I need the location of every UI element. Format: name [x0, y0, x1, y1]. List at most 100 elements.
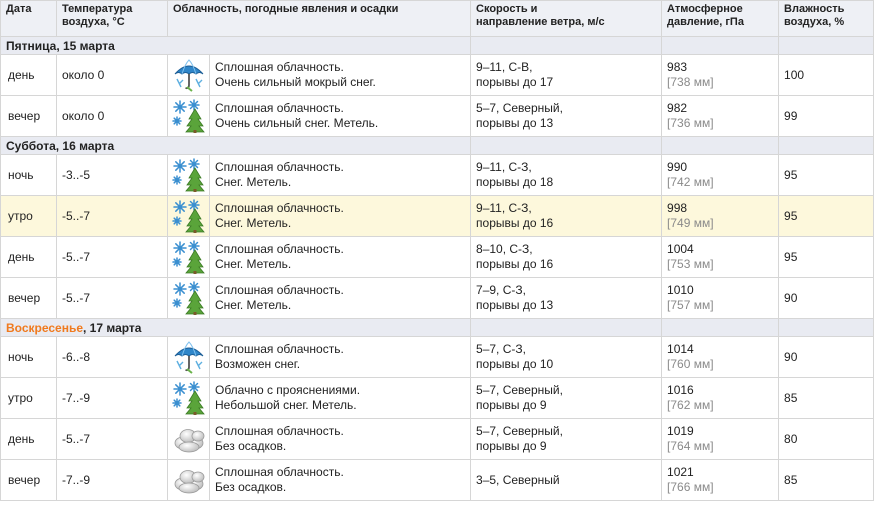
cloudiness-text: Сплошная облачность. — [215, 342, 344, 356]
day-label: Суббота, 16 марта — [0, 136, 472, 155]
wind-gusts: порывы до 18 — [476, 175, 554, 189]
cloudiness-text: Сплошная облачность. — [215, 60, 344, 74]
time-of-day: день — [0, 418, 57, 460]
humidity: 90 — [778, 277, 874, 319]
pressure-mm: [760 мм] — [667, 357, 714, 371]
day-row: Воскресенье, 17 марта — [0, 318, 874, 337]
forecast-row: утро -7..-9 Облачно с прояснениями. Небольш… — [0, 377, 874, 419]
precipitation-text: Снег. Метель. — [215, 216, 292, 230]
forecast-table: Дата Температура воздуха, °C Облачность, … — [0, 0, 874, 501]
humidity: 85 — [778, 459, 874, 501]
wind-gusts: порывы до 16 — [476, 257, 554, 271]
precipitation-text: Очень сильный мокрый снег. — [215, 75, 376, 89]
time-of-day: утро — [0, 195, 57, 237]
day-date: , 15 марта — [56, 38, 115, 53]
day-weekday: Пятница — [6, 38, 57, 53]
forecast-row: день -5..-7 Сплошная облачность. Без осадко… — [0, 418, 874, 460]
temperature: около 0 — [56, 95, 168, 137]
day-filler — [778, 36, 874, 55]
day-filler — [661, 318, 780, 337]
precipitation-text: Снег. Метель. — [215, 257, 292, 271]
wind-gusts: порывы до 13 — [476, 116, 554, 130]
humidity: 90 — [778, 336, 874, 378]
wind-speed: 5–7, Северный, — [476, 424, 563, 438]
header-date: Дата — [0, 0, 57, 37]
wind: 9–11, С-З, порывы до 16 — [470, 195, 663, 237]
day-label: Пятница, 15 марта — [0, 36, 472, 55]
weather-description: Сплошная облачность. Снег. Метель. — [208, 236, 472, 278]
wind: 8–10, С-З, порывы до 16 — [470, 236, 663, 278]
table-header: Дата Температура воздуха, °C Облачность, … — [0, 0, 874, 37]
header-humidity: Влажность воздуха, % — [778, 0, 874, 37]
temperature: -5..-7 — [56, 236, 168, 278]
temperature: -7..-9 — [56, 459, 168, 501]
time-of-day: вечер — [0, 95, 57, 137]
humidity: 100 — [778, 54, 874, 96]
precipitation-text: Без осадков. — [215, 439, 287, 453]
snowflake-tree-icon — [167, 277, 210, 319]
wind: 5–7, С-З, порывы до 10 — [470, 336, 663, 378]
snowflake-tree-icon — [167, 154, 210, 196]
weather-description: Сплошная облачность. Очень сильный мокрый… — [208, 54, 472, 96]
day-filler — [470, 318, 663, 337]
cloudiness-text: Сплошная облачность. — [215, 465, 344, 479]
weather-description: Сплошная облачность. Снег. Метель. — [208, 277, 472, 319]
cloud-icon — [167, 418, 210, 460]
day-weekday: Суббота — [6, 138, 56, 153]
pressure: 1021 [766 мм] — [661, 459, 780, 501]
forecast-row: вечер -7..-9 Сплошная облачность. Без осадк… — [0, 459, 874, 501]
header-pressure: Атмосферное давление, гПа — [661, 0, 780, 37]
temperature: -5..-7 — [56, 195, 168, 237]
temperature: около 0 — [56, 54, 168, 96]
pressure: 1019 [764 мм] — [661, 418, 780, 460]
pressure-mm: [762 мм] — [667, 398, 714, 412]
snowflake-tree-icon — [167, 95, 210, 137]
wind: 7–9, С-З, порывы до 13 — [470, 277, 663, 319]
pressure-hpa: 983 — [667, 60, 688, 74]
snowflake-tree-icon — [167, 377, 210, 419]
humidity: 95 — [778, 236, 874, 278]
wind-speed: 5–7, Северный, — [476, 101, 563, 115]
cloudiness-text: Сплошная облачность. — [215, 101, 344, 115]
pressure: 1004 [753 мм] — [661, 236, 780, 278]
humidity: 95 — [778, 154, 874, 196]
pressure: 1016 [762 мм] — [661, 377, 780, 419]
pressure-hpa: 1004 — [667, 242, 694, 256]
pressure: 990 [742 мм] — [661, 154, 780, 196]
wind-gusts: порывы до 16 — [476, 216, 554, 230]
wind-speed: 3–5, Северный — [476, 472, 560, 487]
weather-description: Сплошная облачность. Без осадков. — [208, 418, 472, 460]
pressure: 1010 [757 мм] — [661, 277, 780, 319]
pressure-mm: [738 мм] — [667, 75, 714, 89]
pressure-hpa: 998 — [667, 201, 688, 215]
day-date: , 16 марта — [55, 138, 115, 153]
wind-speed: 9–11, С-В, — [476, 60, 533, 74]
wind-speed: 5–7, Северный, — [476, 383, 563, 397]
wind-gusts: порывы до 10 — [476, 357, 554, 371]
weather-description: Сплошная облачность. Очень сильный снег. … — [208, 95, 472, 137]
precipitation-text: Без осадков. — [215, 480, 287, 494]
humidity: 99 — [778, 95, 874, 137]
forecast-row: вечер около 0 Сплошная облачность. Очень си… — [0, 95, 874, 137]
pressure-mm: [766 мм] — [667, 480, 714, 494]
precipitation-text: Снег. Метель. — [215, 175, 292, 189]
wind: 9–11, С-В, порывы до 17 — [470, 54, 663, 96]
pressure-hpa: 982 — [667, 101, 688, 115]
time-of-day: вечер — [0, 277, 57, 319]
wind-gusts: порывы до 17 — [476, 75, 554, 89]
day-filler — [778, 136, 874, 155]
pressure: 982 [736 мм] — [661, 95, 780, 137]
wind-speed: 5–7, С-З, — [476, 342, 526, 356]
precipitation-text: Небольшой снег. Метель. — [215, 398, 357, 412]
pressure-hpa: 1021 — [667, 465, 694, 479]
forecast-row: ночь -6..-8 Сплошная облачность. Возможен с… — [0, 336, 874, 378]
time-of-day: ночь — [0, 336, 57, 378]
snowflake-tree-icon — [167, 236, 210, 278]
weather-description: Сплошная облачность. Снег. Метель. — [208, 154, 472, 196]
cloudiness-text: Сплошная облачность. — [215, 242, 344, 256]
forecast-row: день около 0 Сплошная облачность. Очень сил… — [0, 54, 874, 96]
temperature: -5..-7 — [56, 418, 168, 460]
wind-gusts: порывы до 13 — [476, 298, 554, 312]
day-weekday: Воскресенье — [6, 320, 84, 335]
pressure-mm: [736 мм] — [667, 116, 714, 130]
